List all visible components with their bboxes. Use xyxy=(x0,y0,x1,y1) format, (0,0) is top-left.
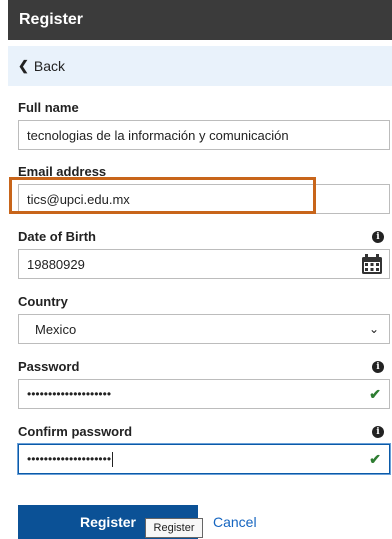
info-icon[interactable]: i xyxy=(372,231,384,243)
check-icon: ✔ xyxy=(369,450,381,467)
chevron-left-icon: ❮ xyxy=(18,58,29,73)
country-select[interactable]: Mexico ⌄ xyxy=(18,314,390,344)
confirm-password-field[interactable]: •••••••••••••••••••• ✔ xyxy=(18,444,390,474)
password-label: Password xyxy=(18,359,80,374)
register-tooltip: Register xyxy=(145,518,203,538)
email-value: tics@upci.edu.mx xyxy=(27,191,130,207)
email-label: Email address xyxy=(18,164,107,179)
page-header: Register xyxy=(8,0,392,40)
info-icon[interactable]: i xyxy=(372,426,384,438)
full-name-label: Full name xyxy=(18,100,79,115)
back-link[interactable]: ❮ Back xyxy=(8,46,392,86)
cancel-link[interactable]: Cancel xyxy=(213,514,257,530)
back-label: Back xyxy=(33,58,66,74)
page-title: Register xyxy=(19,11,84,28)
email-field[interactable]: tics@upci.edu.mx xyxy=(18,184,390,214)
country-label: Country xyxy=(18,294,68,309)
dob-label: Date of Birth xyxy=(18,229,96,244)
dob-value: 19880929 xyxy=(27,256,85,272)
password-field[interactable]: •••••••••••••••••••• ✔ xyxy=(18,379,390,409)
full-name-field[interactable]: tecnologias de la información y comunica… xyxy=(18,120,390,150)
confirm-password-label: Confirm password xyxy=(18,424,133,439)
check-icon: ✔ xyxy=(369,385,381,402)
dob-field[interactable]: 19880929 xyxy=(18,249,390,279)
full-name-value: tecnologias de la información y comunica… xyxy=(27,127,289,143)
country-value: Mexico xyxy=(35,321,77,337)
text-caret xyxy=(112,451,114,467)
info-icon[interactable]: i xyxy=(372,361,384,373)
confirm-password-value: •••••••••••••••••••• xyxy=(27,452,112,466)
chevron-down-icon: ⌄ xyxy=(368,322,379,336)
calendar-icon[interactable] xyxy=(361,253,383,275)
password-value: •••••••••••••••••••• xyxy=(27,387,112,401)
